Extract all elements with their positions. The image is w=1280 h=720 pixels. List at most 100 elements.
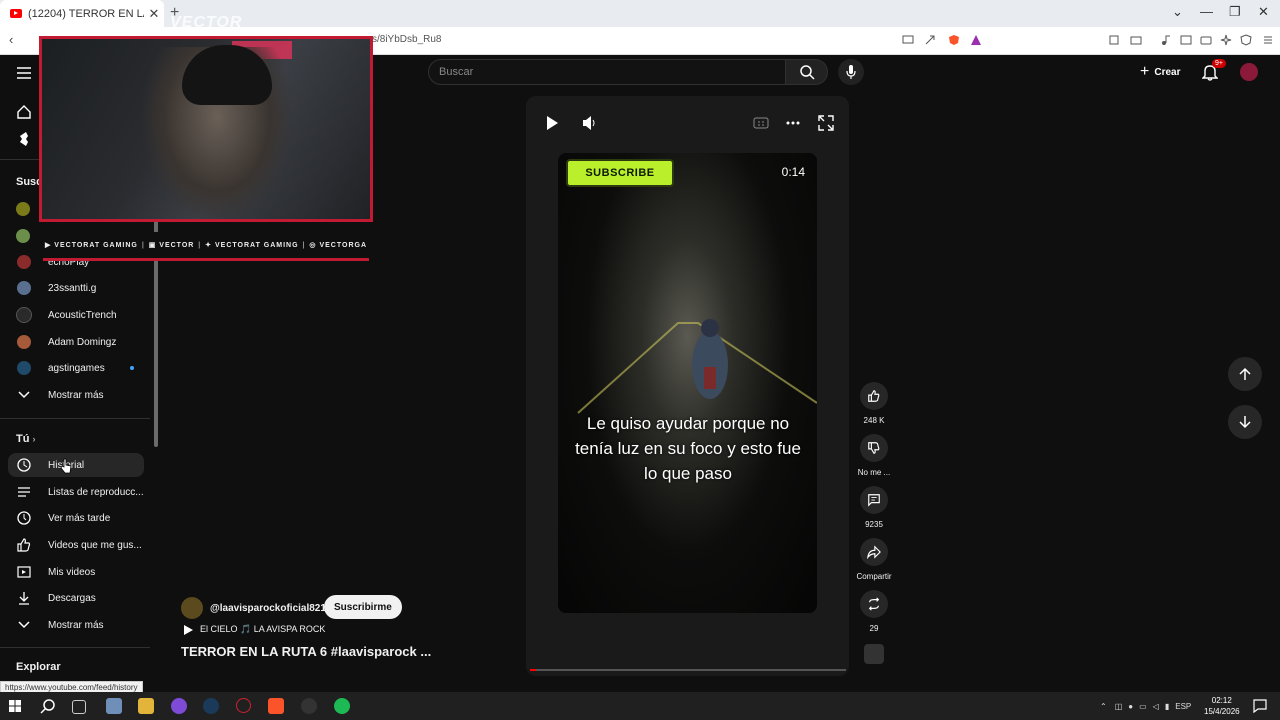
brave-icon[interactable] [268, 698, 284, 714]
home-icon[interactable] [16, 104, 32, 120]
account-avatar[interactable] [1240, 63, 1258, 81]
sidebar-item-my-videos[interactable]: Mis videos [8, 560, 144, 584]
brave-shield-icon[interactable] [948, 34, 960, 46]
progress-bar[interactable] [530, 669, 846, 671]
obs-icon[interactable] [301, 698, 317, 714]
sidebar-item-liked[interactable]: Videos que me gus... [8, 533, 144, 557]
sidebar-item-history[interactable]: Historial [8, 453, 144, 477]
avatar [17, 255, 31, 269]
system-tray: ⌃ ◫ ● ▭ ◁ ▮ ESP [1100, 692, 1191, 720]
cast-icon[interactable] [902, 34, 914, 46]
menu-icon[interactable] [1262, 34, 1274, 46]
sidebar-sub-item[interactable]: agstingames [8, 356, 144, 380]
avatar[interactable] [16, 229, 30, 243]
captions-icon[interactable] [753, 116, 769, 130]
close-tab-icon[interactable]: ✕ [144, 6, 164, 22]
share-icon[interactable] [924, 34, 936, 46]
maximize-icon[interactable]: ❐ [1229, 4, 1241, 20]
music-info[interactable]: El CIELO 🎵 LA AVISPA ROCK [183, 624, 325, 635]
sidebar-item-downloads[interactable]: Descargas [8, 586, 144, 610]
wallet-icon[interactable] [1130, 34, 1142, 46]
channel-info[interactable]: @laavisparockoficial8212 [181, 597, 332, 619]
windows-start-icon[interactable] [9, 700, 21, 712]
spotify-icon[interactable] [334, 698, 350, 714]
tray-app-icon[interactable]: ◫ [1115, 702, 1123, 711]
dislike-button[interactable] [860, 434, 888, 462]
notification-center-icon[interactable] [1253, 699, 1267, 713]
webcam-overlay [39, 36, 373, 222]
hamburger-menu-icon[interactable] [16, 66, 32, 80]
sidebar-item-label: Ver más tarde [48, 512, 111, 524]
vpn-icon[interactable] [1240, 34, 1252, 46]
sidebar-item-label: Videos que me gus... [48, 539, 142, 551]
share-button[interactable] [860, 538, 888, 566]
extensions-icon[interactable] [1108, 34, 1120, 46]
media-icon[interactable] [1160, 34, 1172, 46]
playlist-icon [18, 487, 30, 497]
language-indicator[interactable]: ESP [1175, 702, 1191, 711]
share-label: Compartir [856, 572, 892, 581]
video-title[interactable]: TERROR EN LA RUTA 6 #laavisparock ... [181, 644, 431, 659]
tray-chevron-icon[interactable]: ⌃ [1100, 702, 1107, 711]
shorts-icon[interactable] [16, 131, 32, 147]
previous-short-button[interactable] [1228, 357, 1262, 391]
comments-button[interactable] [860, 486, 888, 514]
voice-search-button[interactable] [838, 59, 864, 85]
steam-icon[interactable] [203, 698, 219, 714]
tab-search-icon[interactable]: ⌄ [1172, 4, 1183, 20]
progress-fill [530, 669, 537, 671]
channel-name[interactable]: @laavisparockoficial8212 [210, 603, 332, 614]
show-more-label: Mostrar más [48, 389, 104, 401]
wallet2-icon[interactable] [1200, 34, 1212, 46]
comment-count: 9235 [865, 520, 883, 529]
channel-avatar[interactable] [181, 597, 203, 619]
sidebar-sub-item[interactable]: 23ssantti.g [8, 276, 144, 300]
remix-button[interactable] [860, 590, 888, 618]
subscribe-button[interactable]: Suscribirme [324, 595, 402, 619]
like-button[interactable] [860, 382, 888, 410]
microphone-tray-icon[interactable]: ● [1128, 702, 1133, 711]
clock[interactable]: 02:12 15/4/2026 [1204, 695, 1240, 717]
file-explorer-icon[interactable] [138, 698, 154, 714]
network-icon[interactable]: ▭ [1139, 702, 1147, 711]
close-window-icon[interactable]: ✕ [1258, 4, 1269, 20]
task-view-icon[interactable] [72, 700, 86, 714]
chevron-down-icon [18, 391, 30, 399]
avatar[interactable] [16, 202, 30, 216]
sidebar-item-watch-later[interactable]: Ver más tarde [8, 506, 144, 530]
minimize-icon[interactable]: — [1200, 4, 1213, 19]
avatar [16, 307, 32, 323]
sidebar-item-label: Mis videos [48, 566, 96, 578]
sidebar-icon[interactable] [1180, 34, 1192, 46]
create-button[interactable]: + Crear [1132, 61, 1188, 83]
next-short-button[interactable] [1228, 405, 1262, 439]
battery-icon[interactable]: ▮ [1165, 702, 1169, 711]
subs-show-more[interactable]: Mostrar más [8, 383, 144, 407]
sound-thumbnail[interactable] [864, 644, 884, 664]
play-icon[interactable] [544, 115, 560, 131]
youtube-social: ▶ VECTORAT GAMING [44, 242, 138, 249]
volume-tray-icon[interactable]: ◁ [1153, 702, 1159, 711]
search-button[interactable] [786, 59, 828, 85]
back-icon[interactable]: ‹ [9, 32, 13, 47]
ai-icon[interactable] [1220, 34, 1232, 46]
search-input[interactable]: Buscar [428, 59, 786, 85]
sidebar-sub-item[interactable]: AcousticTrench [8, 303, 144, 327]
short-video[interactable]: SUBSCRIBE 0:14 Le quiso ayudar porque no… [558, 153, 817, 613]
you-show-more[interactable]: Mostrar más [8, 613, 144, 637]
like-count: 248 K [863, 416, 885, 425]
sidebar-sub-item[interactable]: Adam Domingz [8, 330, 144, 354]
more-options-icon[interactable] [786, 120, 800, 126]
app-icon[interactable] [106, 698, 122, 714]
brave-rewards-icon[interactable] [970, 34, 982, 46]
volume-icon[interactable] [581, 115, 597, 131]
fullscreen-icon[interactable] [818, 115, 834, 131]
remix-icon [868, 597, 880, 611]
opera-icon[interactable] [236, 698, 251, 713]
sidebar-item-playlists[interactable]: Listas de reproducc... [8, 480, 144, 504]
app-icon[interactable] [171, 698, 187, 714]
browser-tab[interactable]: (12204) TERROR EN LA RUTA 6 # ✕ [0, 0, 164, 27]
url-field[interactable]: s/8iYbDsb_Ru8 [372, 34, 441, 45]
you-heading[interactable]: Tú › [16, 433, 36, 445]
taskbar-search-icon[interactable] [40, 698, 56, 714]
